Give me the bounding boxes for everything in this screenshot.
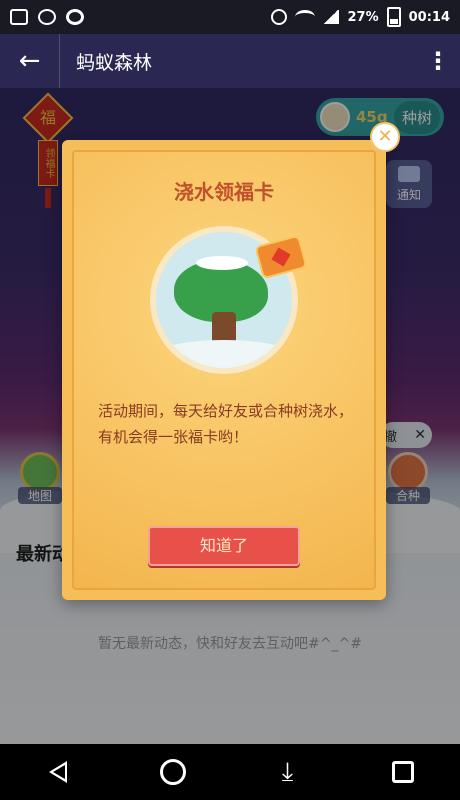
tree-snow [196,256,248,270]
back-icon [48,761,67,783]
status-left [10,9,84,25]
home-icon [159,759,186,785]
title-bar: ← 蚂蚁森林 ⋮ [0,34,460,88]
wechat-notification-icon [38,9,56,25]
download-icon: ⤓ [281,756,294,787]
gallery-notification-icon [10,9,28,25]
back-arrow-icon: ← [18,46,41,76]
battery-percent: 27% [347,9,379,25]
more-vert-icon: ⋮ [426,47,450,75]
nav-back-button[interactable] [36,750,80,794]
modal-close-button[interactable]: ✕ [370,122,400,152]
modal-title: 浇水领福卡 [174,180,274,204]
close-icon: ✕ [377,126,393,147]
nav-download-button[interactable]: ⤓ [266,750,310,794]
got-it-button[interactable]: 知道了 [148,526,300,566]
more-menu-button[interactable]: ⋮ [416,34,460,88]
nav-home-button[interactable] [151,750,195,794]
signal-icon [323,10,340,24]
alarm-icon [271,9,288,25]
battery-icon [386,7,401,27]
china-mobile-icon [66,9,84,25]
status-right: 27% 00:14 [271,7,450,27]
clock: 00:14 [408,9,450,25]
page-title: 蚂蚁森林 [76,51,153,74]
ground-snow [156,340,292,368]
wifi-icon [295,10,316,24]
recent-apps-icon [391,761,414,783]
status-bar: 27% 00:14 [0,0,460,34]
system-nav-bar: ⤓ [0,744,460,800]
back-button[interactable]: ← [0,34,60,88]
modal-body-text: 活动期间，每天给好友或合种树浇水，有机会得一张福卡哟！ [98,402,354,446]
nav-recent-button[interactable] [381,750,425,794]
fuka-modal: 浇水领福卡 活动期间，每天给好友或合种树浇水，有机会得一张福卡哟！ 知道了 [62,140,386,600]
